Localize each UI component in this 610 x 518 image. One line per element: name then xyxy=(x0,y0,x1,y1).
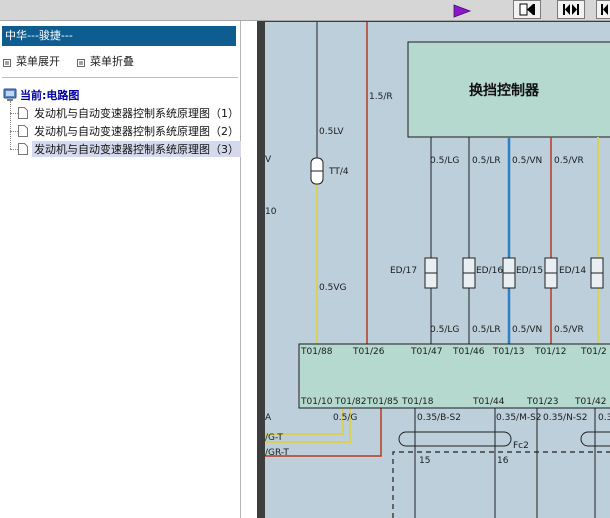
ed-label: ED/15 xyxy=(516,266,543,276)
connector-label: Fc2 xyxy=(513,441,529,451)
tree-guide-vertical xyxy=(10,101,11,149)
terminal-label: T01/46 xyxy=(452,347,485,357)
terminal-label: T01/2 xyxy=(580,347,607,357)
terminal-label: T01/42 xyxy=(574,397,606,407)
wire-label: 0.5/LR xyxy=(472,156,501,166)
pin-label: 16 xyxy=(497,456,509,466)
panel-title: 中华---骏捷--- xyxy=(2,26,236,46)
terminal-label: T01/10 xyxy=(300,397,333,407)
wire-label: 0.35/M-S2 xyxy=(496,413,542,423)
circuit-diagram[interactable]: 换挡控制器 V 10 A /G-T /GR-T 0.5LV 1.5/R TT/4… xyxy=(265,22,610,518)
terminal-label: T01/47 xyxy=(410,347,442,357)
menu-expand-button[interactable]: 菜单展开 xyxy=(3,53,60,69)
terminal-label: T01/88 xyxy=(300,347,333,357)
computer-icon xyxy=(3,88,17,102)
terminal-label: T01/13 xyxy=(492,347,524,357)
terminal-label: T01/23 xyxy=(526,397,558,407)
collapse-icon xyxy=(77,57,85,67)
wire-label: 0.5/G xyxy=(333,413,357,423)
terminal-label: T01/82 xyxy=(334,397,366,407)
menu-expand-label: 菜单展开 xyxy=(16,55,60,68)
terminal-label: T01/26 xyxy=(352,347,385,357)
left-label: /GR-T xyxy=(265,448,289,458)
terminal-label: T01/12 xyxy=(534,347,566,357)
tree-item-label: 发动机与自动变速器控制系统原理图（3） xyxy=(32,141,241,157)
tree-item-2[interactable]: 发动机与自动变速器控制系统原理图（2） xyxy=(18,123,241,139)
wire-label: 0.35/N-S2 xyxy=(543,413,588,423)
wire-label: 0.5/LG xyxy=(430,156,459,166)
tree-root-label: 当前:电路图 xyxy=(20,89,80,102)
tree-item-3-selected[interactable]: 发动机与自动变速器控制系统原理图（3） xyxy=(18,141,241,157)
toolbar xyxy=(0,0,610,21)
divider xyxy=(2,77,238,78)
wire-label: 0.5/VR xyxy=(554,156,584,166)
left-label: /G-T xyxy=(265,433,283,443)
document-icon xyxy=(18,143,28,155)
wire-label: 0.5/VN xyxy=(512,325,542,335)
left-label: A xyxy=(265,413,272,423)
prev-page-icon[interactable] xyxy=(557,0,585,19)
panel-splitter[interactable] xyxy=(241,21,257,518)
wire-label: 0.5/VN xyxy=(512,156,542,166)
fuse-label: TT/4 xyxy=(328,167,349,177)
navigation-panel: 中华---骏捷--- 菜单展开 菜单折叠 当前:电路图 发动机与自动变速器控制系… xyxy=(0,21,241,518)
ed-label: ED/16 xyxy=(476,266,503,276)
expand-icon xyxy=(3,57,11,67)
wire-label: 0.5/LR xyxy=(472,325,501,335)
circuit-diagram-svg: 换挡控制器 V 10 A /G-T /GR-T 0.5LV 1.5/R TT/4… xyxy=(265,22,610,518)
twisted-pair-oval xyxy=(398,431,512,447)
document-icon xyxy=(18,125,28,137)
menu-collapse-button[interactable]: 菜单折叠 xyxy=(77,53,134,69)
document-icon xyxy=(18,107,28,119)
left-label: 10 xyxy=(265,207,277,217)
wire-label: 0.5VG xyxy=(319,283,346,293)
tree-item-label: 发动机与自动变速器控制系统原理图（2） xyxy=(34,125,239,138)
wire-label: 0.5/LG xyxy=(430,325,459,335)
wire-label: 0.5LV xyxy=(319,127,344,137)
wire-label: 0.5/VR xyxy=(554,325,584,335)
tree-item-label: 发动机与自动变速器控制系统原理图（1） xyxy=(34,107,239,120)
play-triangle-icon[interactable] xyxy=(452,3,472,18)
pin-label: 15 xyxy=(419,456,430,466)
controller-label: 换挡控制器 xyxy=(469,82,540,99)
ed-label: ED/14 xyxy=(559,266,586,276)
next-page-icon[interactable] xyxy=(596,0,610,19)
tree-guide-h2 xyxy=(10,131,18,132)
menu-collapse-label: 菜单折叠 xyxy=(90,55,134,68)
menu-row: 菜单展开 菜单折叠 xyxy=(0,51,240,69)
first-page-icon[interactable] xyxy=(513,0,541,19)
tree-guide-h1 xyxy=(10,113,18,114)
ed-label: ED/17 xyxy=(390,266,417,276)
wire-label: 1.5/R xyxy=(369,92,393,102)
tree-guide-h3 xyxy=(10,149,18,150)
tree-item-1[interactable]: 发动机与自动变速器控制系统原理图（1） xyxy=(18,105,241,121)
left-label: V xyxy=(265,155,272,165)
wire-label: 0.35/B-S2 xyxy=(417,413,461,423)
tree-root[interactable]: 当前:电路图 xyxy=(3,87,79,103)
wire-label: 0.35 xyxy=(598,413,610,423)
terminal-label: T01/44 xyxy=(472,397,505,407)
terminal-label: T01/85 xyxy=(366,397,398,407)
terminal-label: T01/18 xyxy=(401,397,434,407)
